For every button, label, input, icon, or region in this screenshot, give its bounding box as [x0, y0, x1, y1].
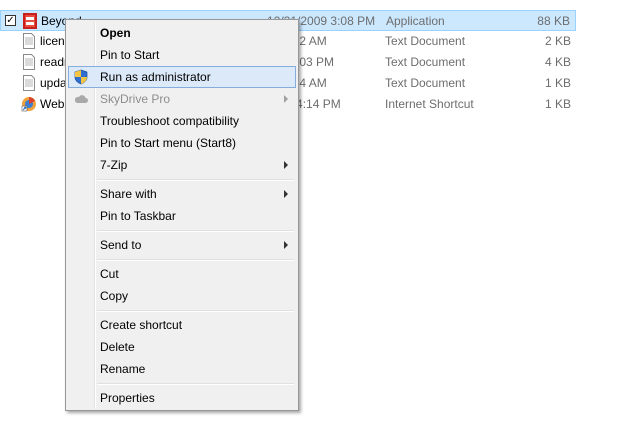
- submenu-arrow-icon: [284, 95, 288, 103]
- context-menu: Open Pin to Start Run as administrator S…: [65, 19, 299, 411]
- submenu-arrow-icon: [284, 241, 288, 249]
- file-name: Web: [40, 97, 65, 111]
- menu-item-open[interactable]: Open: [68, 22, 296, 44]
- file-size: 4 KB: [544, 55, 571, 69]
- internet-shortcut-icon: [21, 96, 37, 112]
- menu-item-label: Properties: [100, 391, 155, 405]
- submenu-arrow-icon: [284, 190, 288, 198]
- menu-item-create-shortcut[interactable]: Create shortcut: [68, 314, 296, 336]
- menu-item-label: Copy: [100, 289, 129, 303]
- file-size: 88 KB: [537, 14, 570, 28]
- menu-item-properties[interactable]: Properties: [68, 387, 296, 409]
- file-size: 1 KB: [544, 97, 571, 111]
- file-type: Internet Shortcut: [385, 97, 474, 111]
- menu-item-label: Share with: [100, 187, 157, 201]
- menu-item-rename[interactable]: Rename: [68, 358, 296, 380]
- menu-separator: [97, 179, 294, 181]
- cloud-icon: [73, 91, 89, 107]
- menu-item-copy[interactable]: Copy: [68, 285, 296, 307]
- menu-item-pin-to-start-menu[interactable]: Pin to Start menu (Start8): [68, 132, 296, 154]
- menu-item-7-zip[interactable]: 7-Zip: [68, 154, 296, 176]
- menu-item-label: Create shortcut: [100, 318, 183, 332]
- file-name: licen: [40, 34, 65, 48]
- menu-item-label: Rename: [100, 362, 146, 376]
- menu-item-send-to[interactable]: Send to: [68, 234, 296, 256]
- menu-separator: [97, 383, 294, 385]
- file-size: 1 KB: [544, 76, 571, 90]
- menu-item-run-as-administrator[interactable]: Run as administrator: [68, 66, 296, 88]
- text-document-icon: [21, 75, 37, 91]
- uac-shield-icon: [73, 69, 89, 85]
- menu-item-delete[interactable]: Delete: [68, 336, 296, 358]
- file-type: Application: [386, 14, 445, 28]
- text-document-icon: [21, 33, 37, 49]
- menu-item-label: Pin to Start menu (Start8): [100, 136, 237, 150]
- menu-item-pin-to-taskbar[interactable]: Pin to Taskbar: [68, 205, 296, 227]
- file-type: Text Document: [385, 76, 466, 90]
- application-icon: [22, 13, 38, 29]
- file-size: 2 KB: [544, 34, 571, 48]
- menu-item-label: SkyDrive Pro: [100, 92, 171, 106]
- menu-item-label: Open: [100, 26, 131, 40]
- menu-separator: [97, 230, 294, 232]
- menu-item-label: Send to: [100, 238, 142, 252]
- row-checkbox[interactable]: ✓: [5, 15, 16, 26]
- menu-item-cut[interactable]: Cut: [68, 263, 296, 285]
- file-type: Text Document: [385, 34, 466, 48]
- menu-item-label: Troubleshoot compatibility: [100, 114, 239, 128]
- file-name: upda: [40, 76, 67, 90]
- menu-item-pin-to-start[interactable]: Pin to Start: [68, 44, 296, 66]
- menu-item-troubleshoot-compatibility[interactable]: Troubleshoot compatibility: [68, 110, 296, 132]
- menu-item-label: Delete: [100, 340, 135, 354]
- menu-item-share-with[interactable]: Share with: [68, 183, 296, 205]
- menu-item-label: Pin to Taskbar: [100, 209, 176, 223]
- menu-separator: [97, 310, 294, 312]
- menu-item-label: Cut: [100, 267, 119, 281]
- menu-item-label: 7-Zip: [100, 158, 128, 172]
- menu-item-label: Pin to Start: [100, 48, 160, 62]
- menu-separator: [97, 259, 294, 261]
- file-type: Text Document: [385, 55, 466, 69]
- menu-item-label: Run as administrator: [100, 70, 211, 84]
- menu-item-skydrive-pro[interactable]: SkyDrive Pro: [68, 88, 296, 110]
- text-document-icon: [21, 54, 37, 70]
- submenu-arrow-icon: [284, 161, 288, 169]
- file-name: readr: [40, 55, 69, 69]
